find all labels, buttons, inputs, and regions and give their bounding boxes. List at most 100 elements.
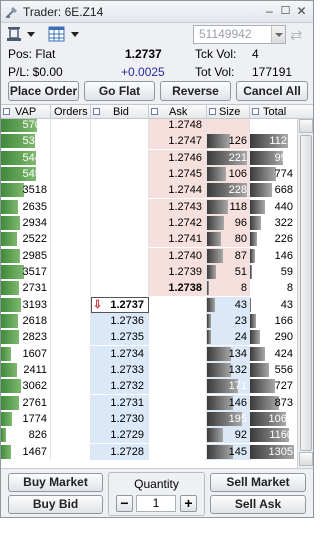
bid-cell[interactable] <box>91 214 149 231</box>
ladder-settings-icon[interactable] <box>6 26 22 42</box>
orders-cell[interactable] <box>51 231 91 248</box>
bid-cell[interactable]: 1.2731 <box>91 394 149 411</box>
ask-cell[interactable]: 1.2742 <box>149 214 207 231</box>
ask-cell[interactable] <box>149 361 207 378</box>
bid-cell[interactable] <box>91 280 149 297</box>
ask-cell[interactable]: 1.2739 <box>149 263 207 280</box>
sell-ask-button[interactable]: Sell Ask <box>210 495 306 514</box>
ask-cell[interactable]: 1.2744 <box>149 182 207 199</box>
orders-cell[interactable] <box>51 296 91 313</box>
column-toggle-icon[interactable] <box>209 108 216 115</box>
close-button[interactable]: ✕ <box>295 4 308 19</box>
bid-cell[interactable]: 1.2728 <box>91 443 149 460</box>
orders-cell[interactable] <box>51 214 91 231</box>
orders-cell[interactable] <box>51 165 91 182</box>
minimize-button[interactable]: – <box>263 4 276 19</box>
ask-cell[interactable]: 1.2740 <box>149 247 207 264</box>
bid-cell[interactable] <box>91 247 149 264</box>
ask-cell[interactable]: 1.2745 <box>149 165 207 182</box>
orders-cell[interactable] <box>51 378 91 395</box>
orders-cell[interactable] <box>51 443 91 460</box>
column-header-size[interactable]: Size <box>207 105 250 119</box>
orders-cell[interactable] <box>51 427 91 444</box>
orders-cell[interactable] <box>51 394 91 411</box>
orders-cell[interactable] <box>51 198 91 215</box>
sell-market-button[interactable]: Sell Market <box>210 473 306 492</box>
account-selector[interactable]: 51149942 <box>193 25 286 44</box>
ask-cell[interactable] <box>149 394 207 411</box>
orders-cell[interactable] <box>51 247 91 264</box>
bid-cell[interactable]: 1.2734 <box>91 345 149 362</box>
orders-cell[interactable] <box>51 133 91 150</box>
ask-cell[interactable] <box>149 378 207 395</box>
ask-cell[interactable] <box>149 427 207 444</box>
ask-cell[interactable]: 1.2738 <box>149 280 207 297</box>
orders-cell[interactable] <box>51 149 91 166</box>
orders-cell[interactable] <box>51 410 91 427</box>
scroll-up-arrow-icon[interactable] <box>299 119 313 133</box>
ladder-scrollbar[interactable] <box>297 119 313 468</box>
maximize-button[interactable]: ☐ <box>279 4 292 19</box>
column-header-orders[interactable]: Orders <box>51 105 91 119</box>
ask-cell[interactable]: 1.2743 <box>149 198 207 215</box>
ask-cell[interactable]: 1.2747 <box>149 133 207 150</box>
chevron-down-icon[interactable] <box>27 32 35 37</box>
link-instrument-icon[interactable]: ⇄ <box>290 26 303 44</box>
bid-cell[interactable]: 1.2729 <box>91 427 149 444</box>
bid-cell[interactable]: ⇩ 1.2737 <box>91 296 149 313</box>
go-flat-button[interactable]: Go Flat <box>84 81 155 101</box>
bid-cell[interactable]: 1.2730 <box>91 410 149 427</box>
chevron-down-icon[interactable] <box>71 32 79 37</box>
column-header-total[interactable]: Total <box>250 105 297 119</box>
orders-cell[interactable] <box>51 345 91 362</box>
bid-cell[interactable] <box>91 198 149 215</box>
place-order-button[interactable]: Place Order <box>8 81 79 101</box>
ask-cell[interactable] <box>149 312 207 329</box>
ask-cell[interactable] <box>149 410 207 427</box>
bid-cell[interactable]: 1.2735 <box>91 329 149 346</box>
bid-cell[interactable] <box>91 133 149 150</box>
scroll-thumb[interactable] <box>300 135 312 451</box>
column-toggle-icon[interactable] <box>3 108 10 115</box>
column-toggle-icon[interactable] <box>93 108 100 115</box>
order-entry-panel: Buy Market Buy Bid Quantity − 1 + Sell M… <box>1 468 313 517</box>
scroll-down-arrow-icon[interactable] <box>299 452 313 466</box>
column-header-ask[interactable]: Ask <box>149 105 207 119</box>
column-toggle-icon[interactable] <box>151 108 158 115</box>
orders-cell[interactable] <box>51 119 91 133</box>
bid-cell[interactable]: 1.2736 <box>91 312 149 329</box>
cancel-all-button[interactable]: Cancel All <box>236 81 308 101</box>
ask-cell[interactable] <box>149 296 207 313</box>
quantity-increment-button[interactable]: + <box>180 495 197 512</box>
orders-cell[interactable] <box>51 361 91 378</box>
ask-cell[interactable] <box>149 329 207 346</box>
bid-cell[interactable] <box>91 231 149 248</box>
chevron-down-icon[interactable] <box>271 26 285 43</box>
ask-cell[interactable]: 1.2741 <box>149 231 207 248</box>
bid-cell[interactable] <box>91 149 149 166</box>
orders-cell[interactable] <box>51 182 91 199</box>
bid-cell[interactable] <box>91 119 149 133</box>
ask-cell[interactable]: 1.2746 <box>149 149 207 166</box>
quantity-decrement-button[interactable]: − <box>116 495 133 512</box>
ask-cell[interactable]: 1.2748 <box>149 119 207 133</box>
ask-cell[interactable] <box>149 345 207 362</box>
column-header-bid[interactable]: Bid <box>91 105 149 119</box>
quantity-input[interactable]: 1 <box>136 495 176 512</box>
reverse-button[interactable]: Reverse <box>160 81 231 101</box>
bid-cell[interactable] <box>91 263 149 280</box>
ask-cell[interactable] <box>149 443 207 460</box>
bid-cell[interactable] <box>91 165 149 182</box>
bid-cell[interactable]: 1.2733 <box>91 361 149 378</box>
column-header-vap[interactable]: VAP <box>1 105 51 119</box>
orders-cell[interactable] <box>51 329 91 346</box>
column-toggle-icon[interactable] <box>252 108 259 115</box>
orders-cell[interactable] <box>51 280 91 297</box>
grid-layout-icon[interactable] <box>48 26 65 42</box>
orders-cell[interactable] <box>51 263 91 280</box>
buy-market-button[interactable]: Buy Market <box>8 473 103 492</box>
orders-cell[interactable] <box>51 312 91 329</box>
bid-cell[interactable]: 1.2732 <box>91 378 149 395</box>
bid-cell[interactable] <box>91 182 149 199</box>
buy-bid-button[interactable]: Buy Bid <box>8 495 103 514</box>
